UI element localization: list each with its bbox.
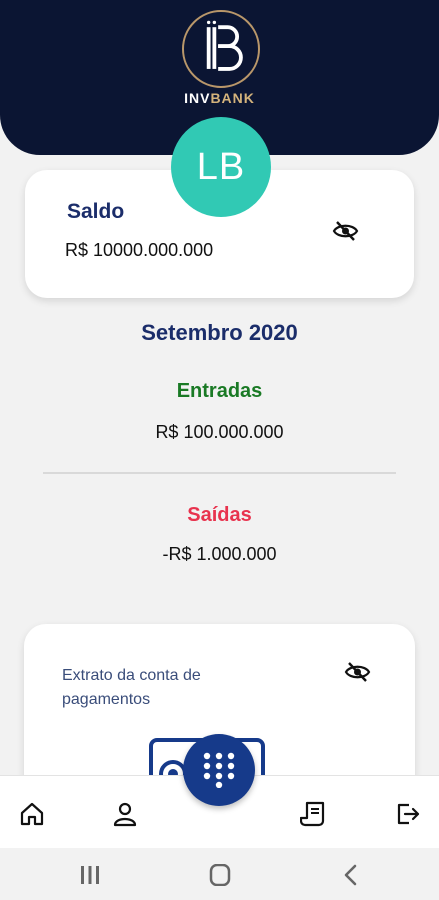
- eye-off-icon[interactable]: [344, 660, 371, 684]
- keypad-icon: [203, 752, 235, 788]
- brand-logo: [182, 10, 260, 88]
- divider: [43, 472, 396, 474]
- brand-name-part2: BANK: [210, 90, 255, 106]
- brand-name: INVBANK: [0, 90, 439, 106]
- avatar-initials: LB: [196, 145, 246, 188]
- back-icon[interactable]: [339, 864, 363, 886]
- avatar[interactable]: LB: [171, 117, 271, 217]
- balance-title: Saldo: [67, 200, 125, 223]
- outcome-label: Saídas: [187, 504, 252, 526]
- home-circle-icon[interactable]: [208, 864, 232, 886]
- keypad-button[interactable]: [183, 734, 255, 806]
- system-navigation-bar: [0, 848, 439, 900]
- statement-text: Extrato da conta de pagamentos: [62, 667, 201, 708]
- profile-icon[interactable]: [111, 800, 139, 828]
- recents-icon[interactable]: [78, 864, 102, 886]
- home-icon[interactable]: [18, 800, 46, 828]
- brand-name-part1: INV: [184, 90, 211, 106]
- income-label: Entradas: [176, 380, 263, 402]
- income-value: R$ 100.000.000: [155, 422, 284, 442]
- month-title: Setembro 2020: [141, 320, 298, 345]
- brand-logo-icon: [206, 20, 243, 71]
- balance-value: R$ 10000.000.000: [65, 240, 214, 260]
- logout-icon[interactable]: [394, 800, 422, 828]
- outcome-value: -R$ 1.000.000: [162, 544, 277, 564]
- eye-off-icon[interactable]: [332, 219, 359, 243]
- receipt-icon[interactable]: [300, 800, 328, 828]
